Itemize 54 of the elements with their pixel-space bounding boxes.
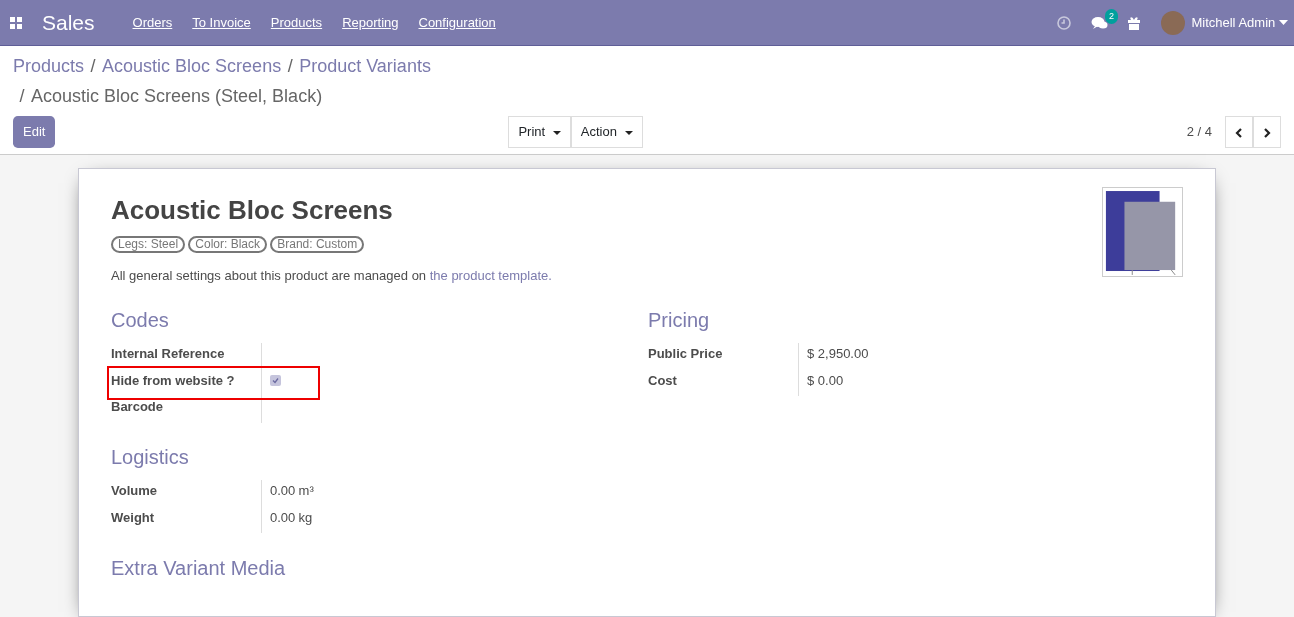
field-label: Weight <box>111 508 156 527</box>
unit-label: m³ <box>298 482 314 500</box>
breadcrumb-current: Acoustic Bloc Screens (Steel, Black) <box>31 84 323 108</box>
field-label: Internal Reference <box>111 345 226 363</box>
apps-menu-icon[interactable] <box>10 16 22 29</box>
field-label: Cost <box>648 371 678 390</box>
chevron-left-icon <box>1235 127 1243 138</box>
info-text: All general settings about this product are managed on the product template. <box>111 267 553 285</box>
pager-value: 2 / 4 <box>1186 123 1212 142</box>
user-menu[interactable]: Mitchell Admin <box>1191 12 1276 33</box>
breadcrumb-separator: / <box>19 84 25 108</box>
field-value: 0.00 <box>270 482 296 500</box>
breadcrumb-link[interactable]: Acoustic Bloc Screens <box>102 52 282 80</box>
field-value: $ 2,950.00 <box>807 345 869 363</box>
previous-button[interactable] <box>1225 116 1253 148</box>
chevron-right-icon <box>1263 127 1271 138</box>
section-title: Logistics <box>111 445 190 470</box>
message-count: 2 <box>1104 8 1118 24</box>
attribute-tag: Brand: Custom <box>270 236 365 253</box>
menu-item[interactable]: Orders <box>122 12 183 33</box>
field-value: 0.00 <box>270 508 296 527</box>
field-label: Volume <box>111 482 158 500</box>
next-button[interactable] <box>1253 116 1281 148</box>
product-name: Acoustic Bloc Screens <box>111 193 394 227</box>
chat-icon[interactable] <box>1090 15 1108 30</box>
dropdown-button[interactable]: Action <box>570 116 643 148</box>
attribute-tag: Color: Black <box>188 236 267 253</box>
breadcrumb-link[interactable]: Products <box>13 52 85 80</box>
field-value: $ 0.00 <box>807 371 844 390</box>
unit-label: kg <box>298 508 313 527</box>
section-title: Pricing <box>648 308 711 333</box>
template-link[interactable]: the product template. <box>429 268 552 283</box>
attribute-tag: Legs: Steel <box>111 236 186 253</box>
caret-icon <box>624 130 633 135</box>
menu-item[interactable]: Reporting <box>332 12 409 33</box>
field-label: Hide from website ? <box>111 371 236 390</box>
menu-item[interactable]: Configuration <box>408 12 506 33</box>
caret-icon[interactable] <box>1278 20 1288 25</box>
section-title: Extra Variant Media <box>111 555 287 581</box>
breadcrumb-separator: / <box>90 54 96 78</box>
clock-icon[interactable] <box>1057 15 1072 30</box>
field-label: Public Price <box>648 345 724 363</box>
breadcrumb-separator: / <box>287 54 293 78</box>
caret-icon <box>552 130 561 135</box>
field-label: Barcode <box>111 398 165 416</box>
menu-item[interactable]: To Invoice <box>182 12 261 33</box>
gift-icon[interactable] <box>1127 15 1142 30</box>
edit-button[interactable]: Edit <box>13 116 56 148</box>
breadcrumb-link[interactable]: Product Variants <box>299 52 431 80</box>
menu-item[interactable]: Products <box>260 12 333 33</box>
section-title: Codes <box>111 308 170 333</box>
checkbox[interactable] <box>270 374 281 386</box>
app-name[interactable]: Sales <box>42 6 95 39</box>
dropdown-button[interactable]: Print <box>508 116 571 148</box>
